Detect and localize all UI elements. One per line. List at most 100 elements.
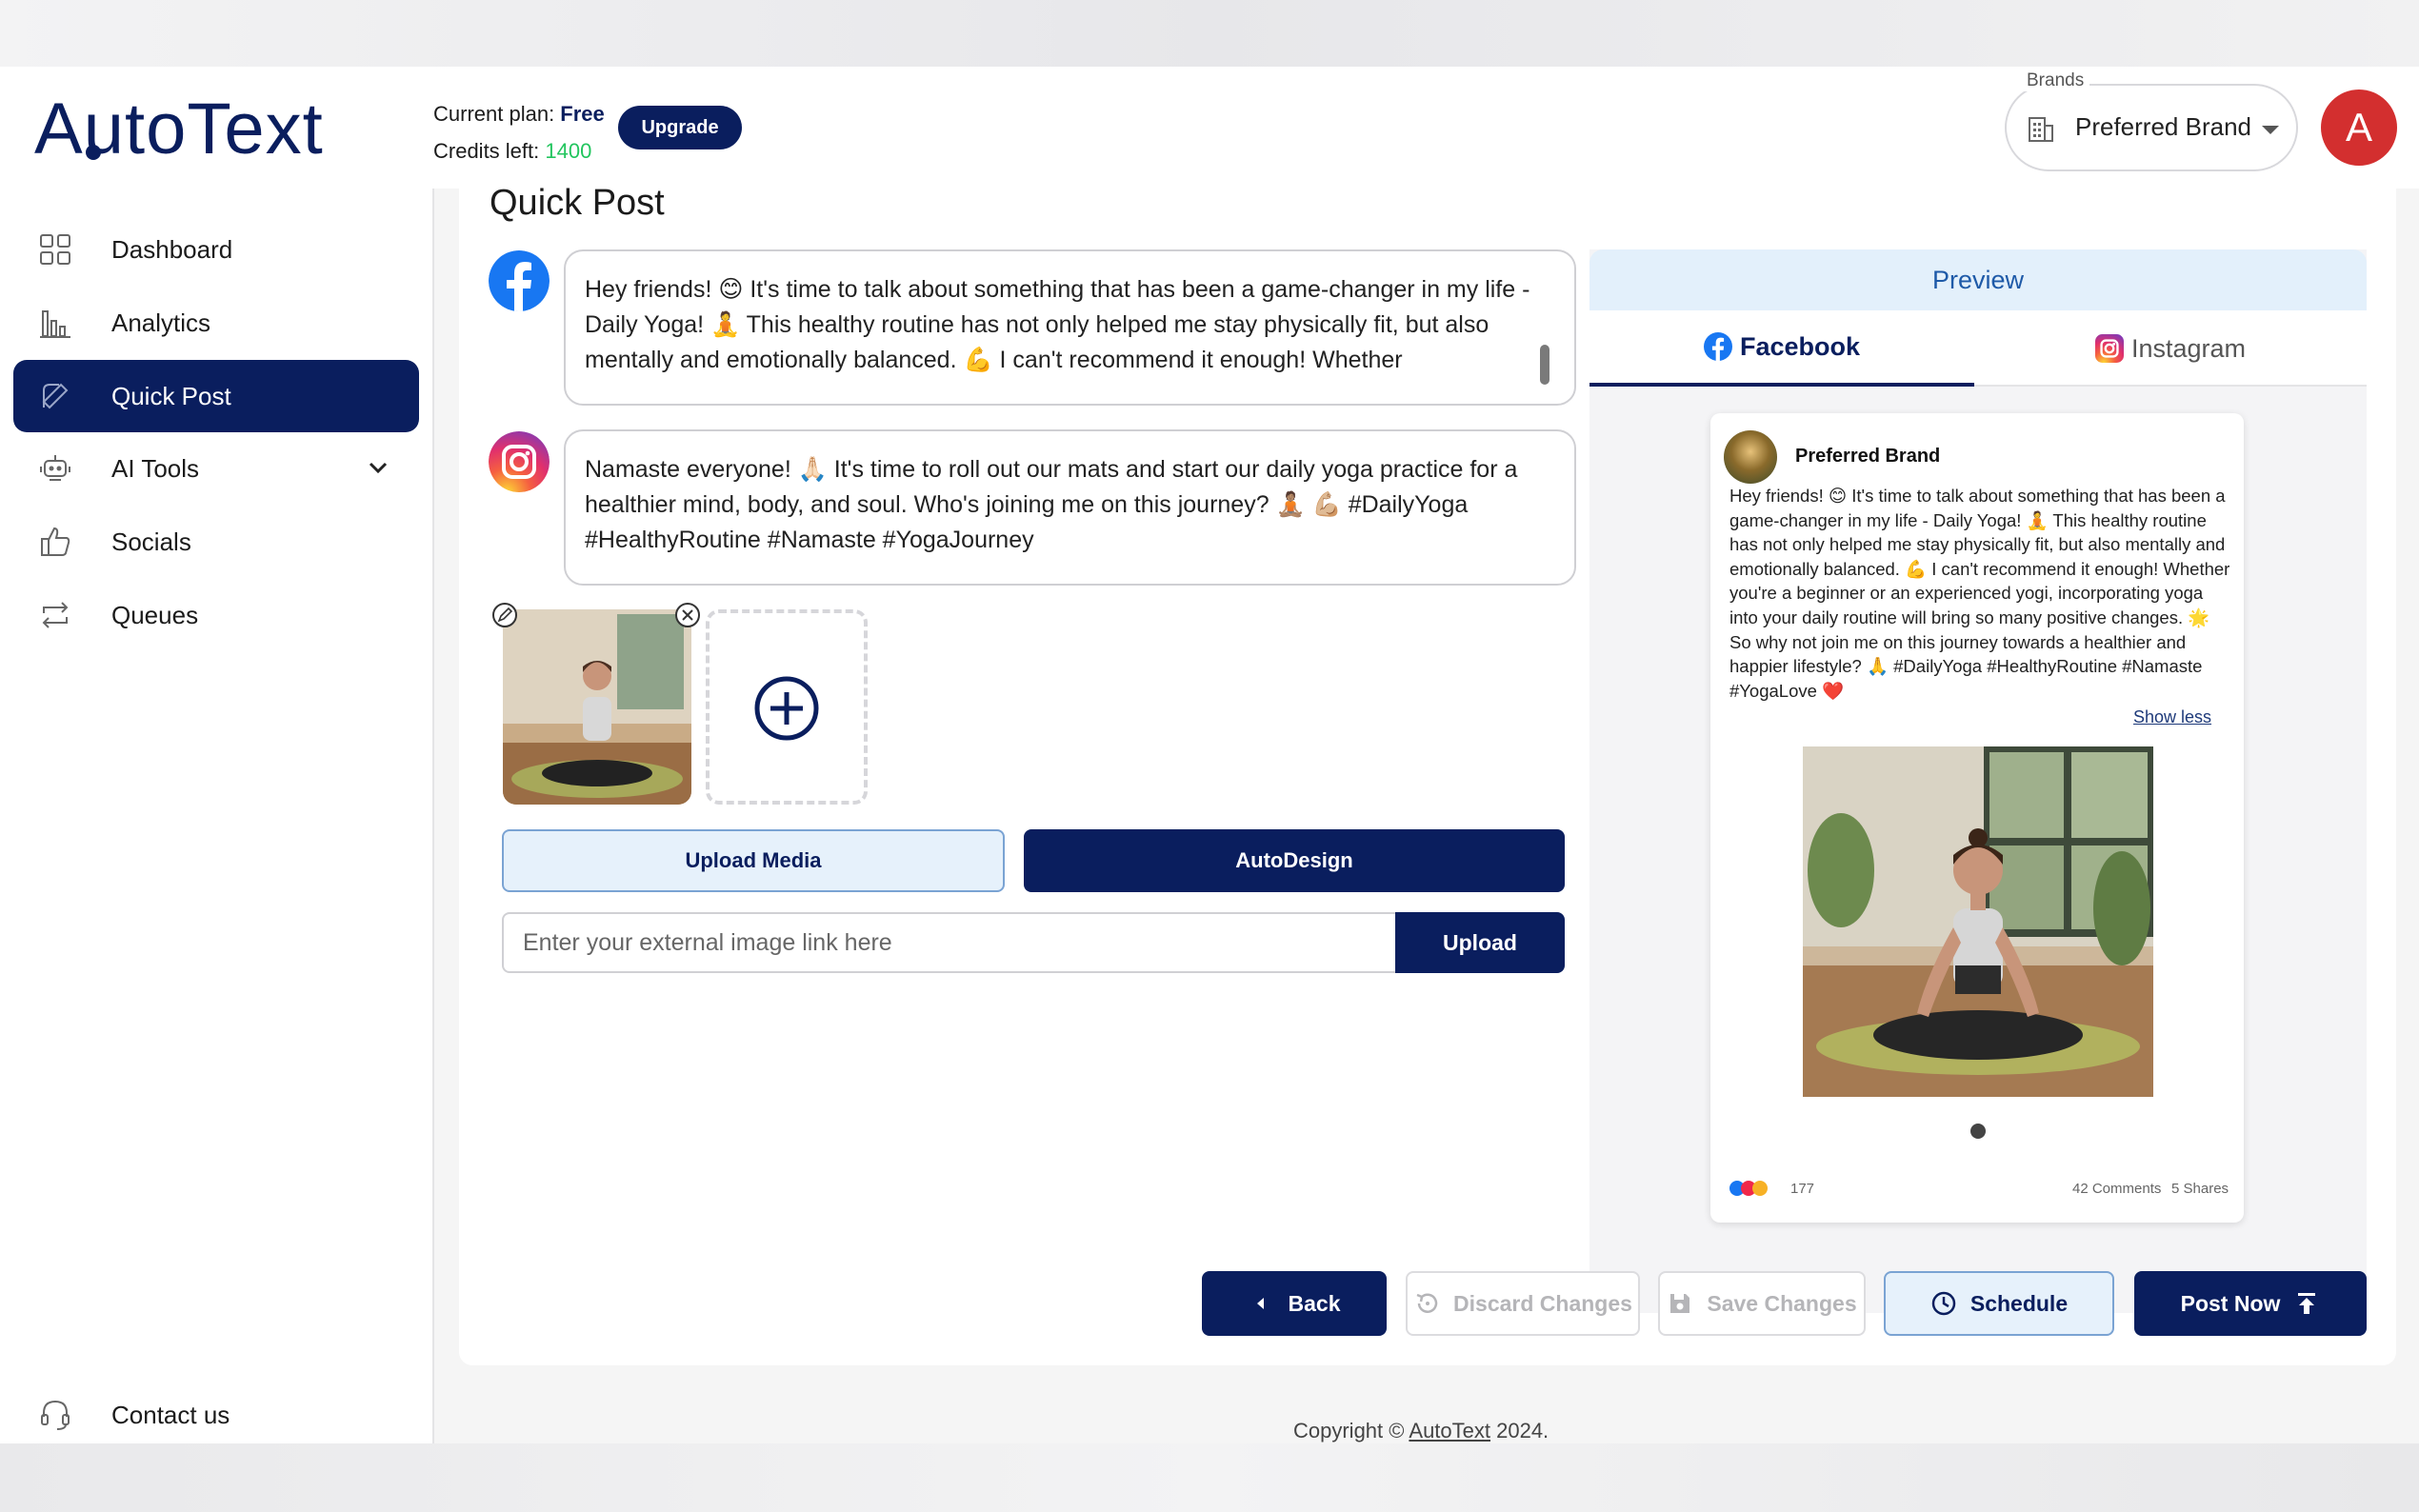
upload-arrow-icon: [2298, 1293, 2316, 1314]
close-icon: [682, 609, 693, 621]
plan-label: Current plan:: [433, 102, 561, 126]
plan-value: Free: [560, 102, 605, 126]
show-less-link[interactable]: Show less: [2133, 707, 2211, 727]
thumbs-up-icon: [41, 527, 70, 556]
post-brand-name: Preferred Brand: [1795, 446, 1941, 467]
sidebar-item-socials[interactable]: Socials: [13, 506, 419, 578]
add-media-slot[interactable]: [706, 609, 868, 805]
sidebar-item-label: Analytics: [111, 308, 211, 337]
yoga-photo-thumbnail: [503, 609, 691, 805]
instagram-icon: [2094, 334, 2124, 363]
post-now-label: Post Now: [2180, 1290, 2281, 1316]
shares-count: 5 Shares: [2171, 1181, 2229, 1197]
instagram-icon: [489, 431, 550, 492]
facebook-icon: [1703, 332, 1732, 361]
headset-icon: [41, 1400, 70, 1430]
tab-instagram-label: Instagram: [2130, 333, 2247, 363]
plus-circle-icon: [754, 676, 819, 741]
sidebar-item-dashboard[interactable]: Dashboard: [13, 213, 419, 286]
discard-changes-button[interactable]: Discard Changes: [1406, 1271, 1640, 1336]
back-label: Back: [1288, 1290, 1341, 1316]
textarea-scrollbar[interactable]: [1540, 345, 1549, 385]
top-header: AutoText Current plan: Free Credits left…: [0, 67, 2419, 189]
footer-autotext-link[interactable]: AutoText: [1409, 1419, 1490, 1442]
credits-row: Credits left: 1400: [433, 132, 605, 169]
copyright-prefix: Copyright ©: [1293, 1419, 1409, 1442]
remove-media-button[interactable]: [675, 603, 700, 627]
post-image: [1803, 746, 2153, 1097]
discard-label: Discard Changes: [1453, 1290, 1632, 1316]
schedule-label: Schedule: [1969, 1290, 2069, 1316]
back-button[interactable]: Back: [1202, 1271, 1387, 1336]
page-title: Quick Post: [490, 183, 665, 223]
autodesign-button[interactable]: AutoDesign: [1024, 829, 1565, 892]
sidebar-item-label: Socials: [111, 527, 191, 556]
chevron-down-icon[interactable]: [366, 455, 390, 480]
sidebar-item-ai-tools[interactable]: AI Tools: [13, 432, 419, 505]
pencil-icon: [497, 607, 513, 623]
robot-icon: [40, 455, 70, 481]
schedule-button[interactable]: Schedule: [1884, 1271, 2114, 1336]
credits-value: 1400: [545, 139, 592, 163]
grid-icon: [40, 234, 70, 265]
preview-tabs: Facebook Instagram: [1589, 310, 2367, 387]
facebook-post-text: Hey friends! 😊 It's time to talk about s…: [585, 276, 1530, 373]
edit-post-icon: [42, 383, 69, 409]
footer-copyright: Copyright © AutoText 2024.: [1293, 1419, 1549, 1443]
window-top-band: [0, 0, 2419, 67]
sidebar-item-contact-us[interactable]: Contact us: [13, 1379, 419, 1451]
brands-label: Brands: [2021, 70, 2090, 91]
yoga-photo: [1803, 746, 2153, 1097]
post-preview-text: Hey friends! 😊 It's time to talk about s…: [1729, 486, 2230, 701]
facebook-post-preview: Preferred Brand Hey friends! 😊 It's time…: [1710, 413, 2244, 1223]
app-window: AutoText Current plan: Free Credits left…: [0, 67, 2419, 1443]
save-label: Save Changes: [1707, 1290, 1857, 1316]
tab-instagram[interactable]: Instagram: [1974, 310, 2367, 387]
restore-icon: [1416, 1293, 1438, 1313]
autotext-logo[interactable]: AutoText: [34, 88, 324, 170]
upgrade-button[interactable]: Upgrade: [618, 106, 742, 149]
building-icon: [2029, 117, 2053, 142]
brand-select-value: Preferred Brand: [2075, 112, 2251, 141]
reaction-count: 177: [1790, 1181, 1815, 1197]
comments-count: 42 Comments: [2072, 1181, 2162, 1197]
repeat-icon: [42, 602, 69, 628]
preview-panel: Preview Facebook Instagram Preferred Bra…: [1589, 249, 2367, 1313]
user-avatar[interactable]: A: [2321, 90, 2397, 166]
reactions-icon: [1729, 1181, 1768, 1196]
sidebar-item-analytics[interactable]: Analytics: [13, 287, 419, 359]
sidebar-item-queues[interactable]: Queues: [13, 579, 419, 651]
facebook-post-textarea[interactable]: Hey friends! 😊 It's time to talk about s…: [564, 249, 1576, 406]
sidebar: Dashboard Analytics Quick Post AI Tools …: [0, 189, 434, 1443]
preview-heading: Preview: [1589, 249, 2367, 310]
tab-facebook[interactable]: Facebook: [1589, 310, 1974, 387]
sidebar-item-quick-post[interactable]: Quick Post: [13, 360, 419, 432]
bar-chart-icon: [40, 310, 70, 338]
plan-info: Current plan: Free Credits left: 1400: [433, 95, 605, 169]
clock-icon: [1931, 1291, 1956, 1316]
caret-down-icon: [2262, 126, 2279, 134]
upload-link-button[interactable]: Upload: [1395, 912, 1565, 973]
save-changes-button[interactable]: Save Changes: [1658, 1271, 1866, 1336]
external-image-link-input[interactable]: [502, 912, 1397, 973]
sidebar-item-label: Quick Post: [111, 382, 231, 410]
brand-select[interactable]: Preferred Brand: [2005, 84, 2298, 171]
carousel-indicator[interactable]: [1970, 1124, 1986, 1139]
facebook-icon: [489, 250, 550, 311]
media-thumbnail[interactable]: [503, 609, 691, 805]
edit-media-button[interactable]: [492, 603, 517, 627]
logo-text: AutoText: [34, 89, 324, 169]
current-plan-row: Current plan: Free: [433, 95, 605, 132]
sidebar-item-label: Contact us: [111, 1401, 230, 1429]
upload-media-button[interactable]: Upload Media: [502, 829, 1005, 892]
post-now-button[interactable]: Post Now: [2134, 1271, 2367, 1336]
save-icon: [1670, 1294, 1690, 1313]
copyright-year: 2024.: [1490, 1419, 1549, 1442]
sidebar-item-label: Queues: [111, 601, 199, 629]
brand-avatar: [1724, 430, 1777, 484]
caret-left-icon: [1256, 1298, 1264, 1309]
credits-label: Credits left:: [433, 139, 546, 163]
instagram-post-textarea[interactable]: Namaste everyone! 🙏🏻 It's time to roll o…: [564, 429, 1576, 586]
sidebar-item-label: AI Tools: [111, 454, 200, 483]
logo-dot: [86, 145, 101, 160]
